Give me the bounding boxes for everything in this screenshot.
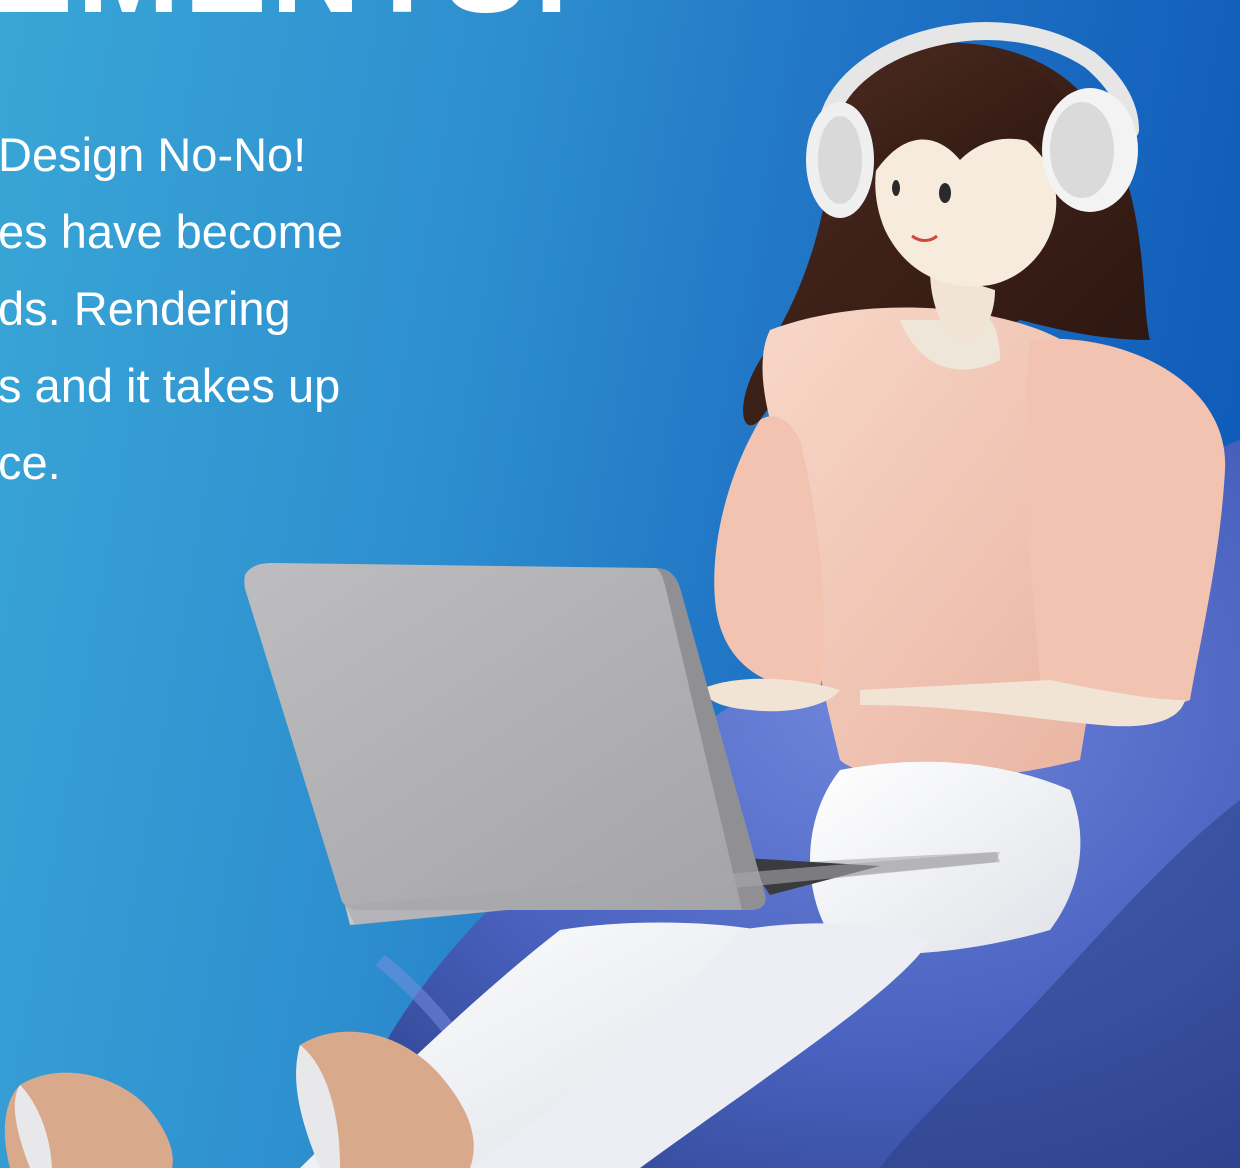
slide-canvas: EMENTS: Design No-No! es have become ds.…	[0, 0, 1240, 1168]
girl-with-laptop-illustration	[4, 22, 1240, 1168]
eye-left	[939, 183, 951, 203]
eye-right	[892, 180, 900, 196]
shoes	[4, 1031, 474, 1168]
